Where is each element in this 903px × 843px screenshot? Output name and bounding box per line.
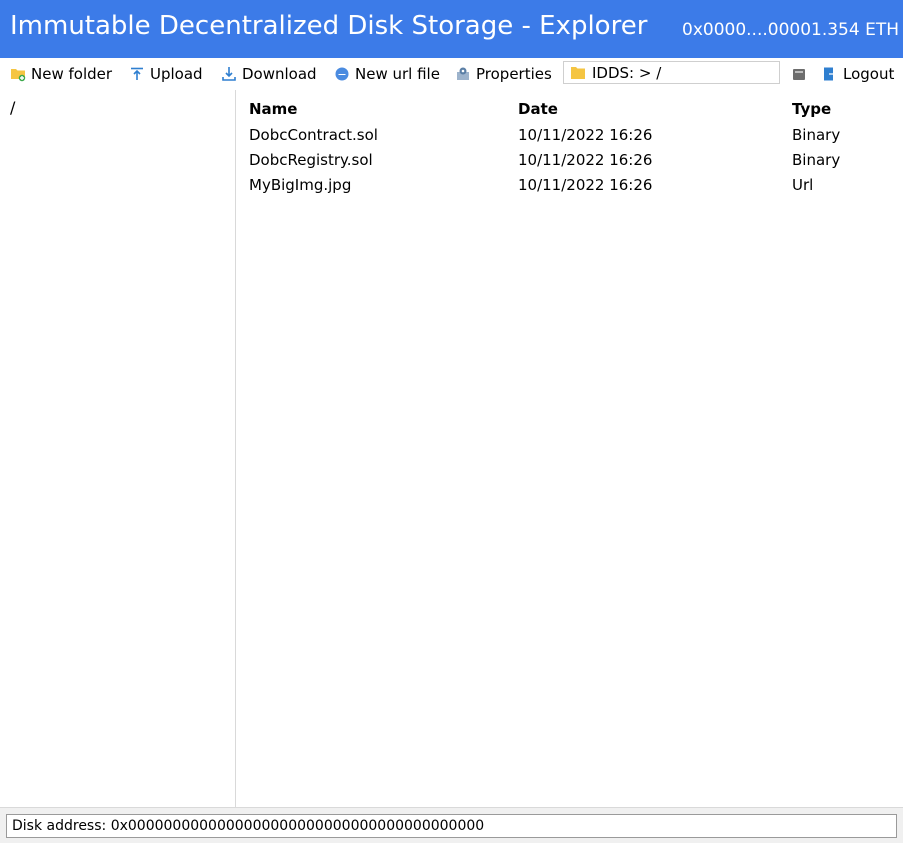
table-row[interactable]: DobcContract.sol 10/11/2022 16:26 Binary [236,126,903,151]
upload-label: Upload [150,65,203,83]
column-header-name[interactable]: Name [249,100,297,118]
status-bar: Disk address: 0x000000000000000000000000… [0,807,903,843]
new-folder-button[interactable]: New folder [10,64,112,84]
table-row[interactable]: DobcRegistry.sol 10/11/2022 16:26 Binary [236,151,903,176]
file-date: 10/11/2022 16:26 [518,151,653,169]
new-url-file-button[interactable]: New url file [334,64,440,84]
file-type: Binary [792,126,841,144]
toolbar: New folder Upload Download New url file … [0,58,903,90]
file-type: Binary [792,151,841,169]
file-list: Name Date Type DobcContract.sol 10/11/20… [236,90,903,807]
drive-icon [791,66,807,82]
url-file-icon [334,66,350,82]
file-type: Url [792,176,814,194]
app-title: Immutable Decentralized Disk Storage - E… [10,11,648,41]
drive-button[interactable] [791,64,812,84]
upload-button[interactable]: Upload [129,64,203,84]
properties-button[interactable]: Properties [455,64,552,84]
download-button[interactable]: Download [221,64,317,84]
new-folder-icon [10,66,26,82]
path-text: IDDS: > / [592,63,662,82]
tree-root-item[interactable]: / [10,98,15,117]
title-bar: Immutable Decentralized Disk Storage - E… [0,0,903,58]
new-folder-label: New folder [31,65,113,83]
new-url-file-label: New url file [355,65,440,83]
file-date: 10/11/2022 16:26 [518,126,653,144]
column-header-date[interactable]: Date [518,100,558,118]
file-name: DobcContract.sol [249,126,378,144]
upload-icon [129,66,145,82]
file-name: DobcRegistry.sol [249,151,373,169]
disk-address-field: Disk address: 0x000000000000000000000000… [6,814,897,838]
explorer-window: Immutable Decentralized Disk Storage - E… [0,0,903,843]
properties-icon [455,66,471,82]
table-row[interactable]: MyBigImg.jpg 10/11/2022 16:26 Url [236,176,903,201]
path-field[interactable]: IDDS: > / [563,61,780,84]
download-label: Download [242,65,317,83]
logout-label: Logout [843,65,895,83]
eth-balance: 1.354 ETH [811,20,899,40]
file-date: 10/11/2022 16:26 [518,176,653,194]
column-header-type[interactable]: Type [792,100,831,118]
account-address: 0x0000....0000 [682,20,812,40]
logout-icon [822,66,838,82]
logout-button[interactable]: Logout [822,64,894,84]
folder-tree: / [0,90,236,807]
file-name: MyBigImg.jpg [249,176,352,194]
folder-icon [570,66,586,80]
properties-label: Properties [476,65,552,83]
download-icon [221,66,237,82]
